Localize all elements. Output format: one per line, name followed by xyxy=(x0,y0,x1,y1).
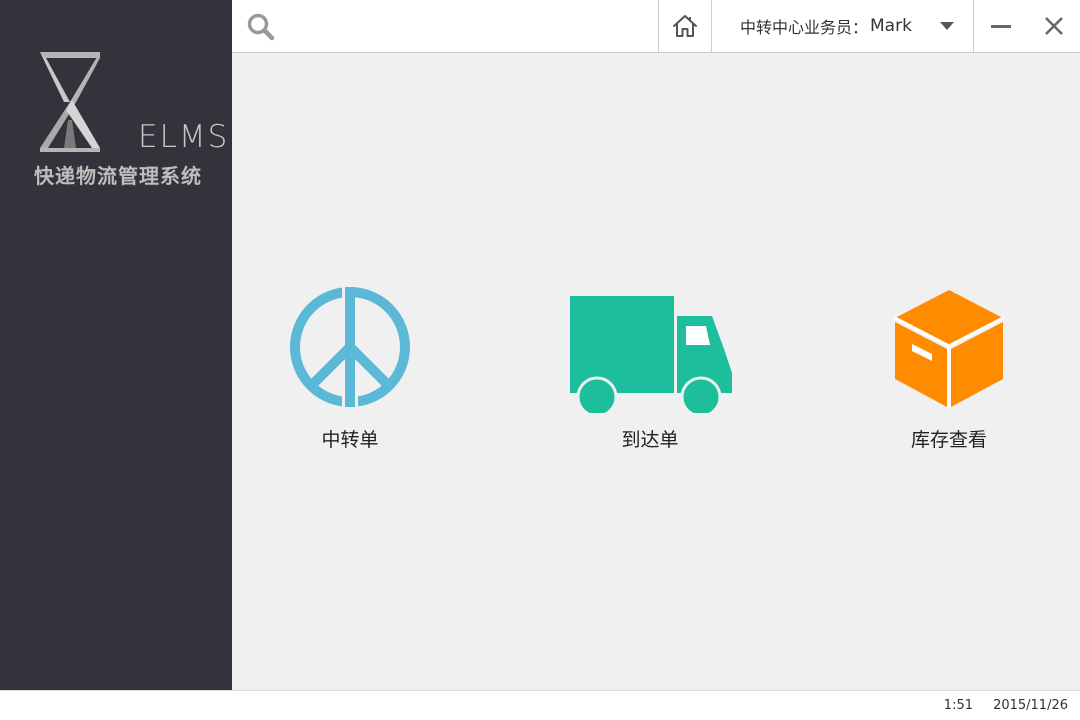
user-role-label: 中转中心业务员： xyxy=(740,18,869,37)
status-date: 2015/11/26 xyxy=(993,698,1068,713)
truck-icon xyxy=(570,296,732,413)
minimize-icon xyxy=(991,24,1011,28)
minimize-button[interactable] xyxy=(974,0,1028,52)
search-icon[interactable] xyxy=(246,12,276,42)
transfer-order-tile[interactable]: 中转单 xyxy=(250,283,450,463)
status-bar: 1:51 2015/11/26 xyxy=(0,690,1080,720)
elms-logo: ELMS xyxy=(36,50,227,155)
inventory-view-label: 库存查看 xyxy=(910,429,987,451)
status-time: 1:51 xyxy=(943,698,973,713)
user-name: Mark xyxy=(870,16,912,36)
app-subtitle: 快递物流管理系统 xyxy=(34,164,202,188)
peace-sign-icon xyxy=(290,285,410,413)
app-window: ELMS 快递物流管理系统 中转中心业务员： Mark 中转单 到达单 库存查看… xyxy=(0,0,1080,720)
close-button[interactable] xyxy=(1028,0,1080,52)
main-panel: 中转单 到达单 库存查看 xyxy=(232,53,1080,690)
user-menu[interactable]: 中转中心业务员： Mark xyxy=(712,0,974,52)
box-icon xyxy=(894,290,1004,408)
transfer-order-label: 中转单 xyxy=(321,429,379,451)
hourglass-logo-icon xyxy=(40,52,100,152)
sidebar: ELMS 快递物流管理系统 xyxy=(0,0,232,690)
top-bar: 中转中心业务员： Mark xyxy=(232,0,1080,53)
search-input[interactable] xyxy=(284,10,648,44)
home-button[interactable] xyxy=(658,0,712,52)
close-icon xyxy=(1045,17,1063,35)
arrival-order-label: 到达单 xyxy=(621,429,679,451)
inventory-view-tile[interactable]: 库存查看 xyxy=(849,283,1049,463)
caret-down-icon xyxy=(940,22,954,30)
search-area xyxy=(232,0,658,52)
arrival-order-tile[interactable]: 到达单 xyxy=(550,283,750,463)
home-icon xyxy=(673,15,697,37)
logo-text: ELMS xyxy=(138,119,230,155)
